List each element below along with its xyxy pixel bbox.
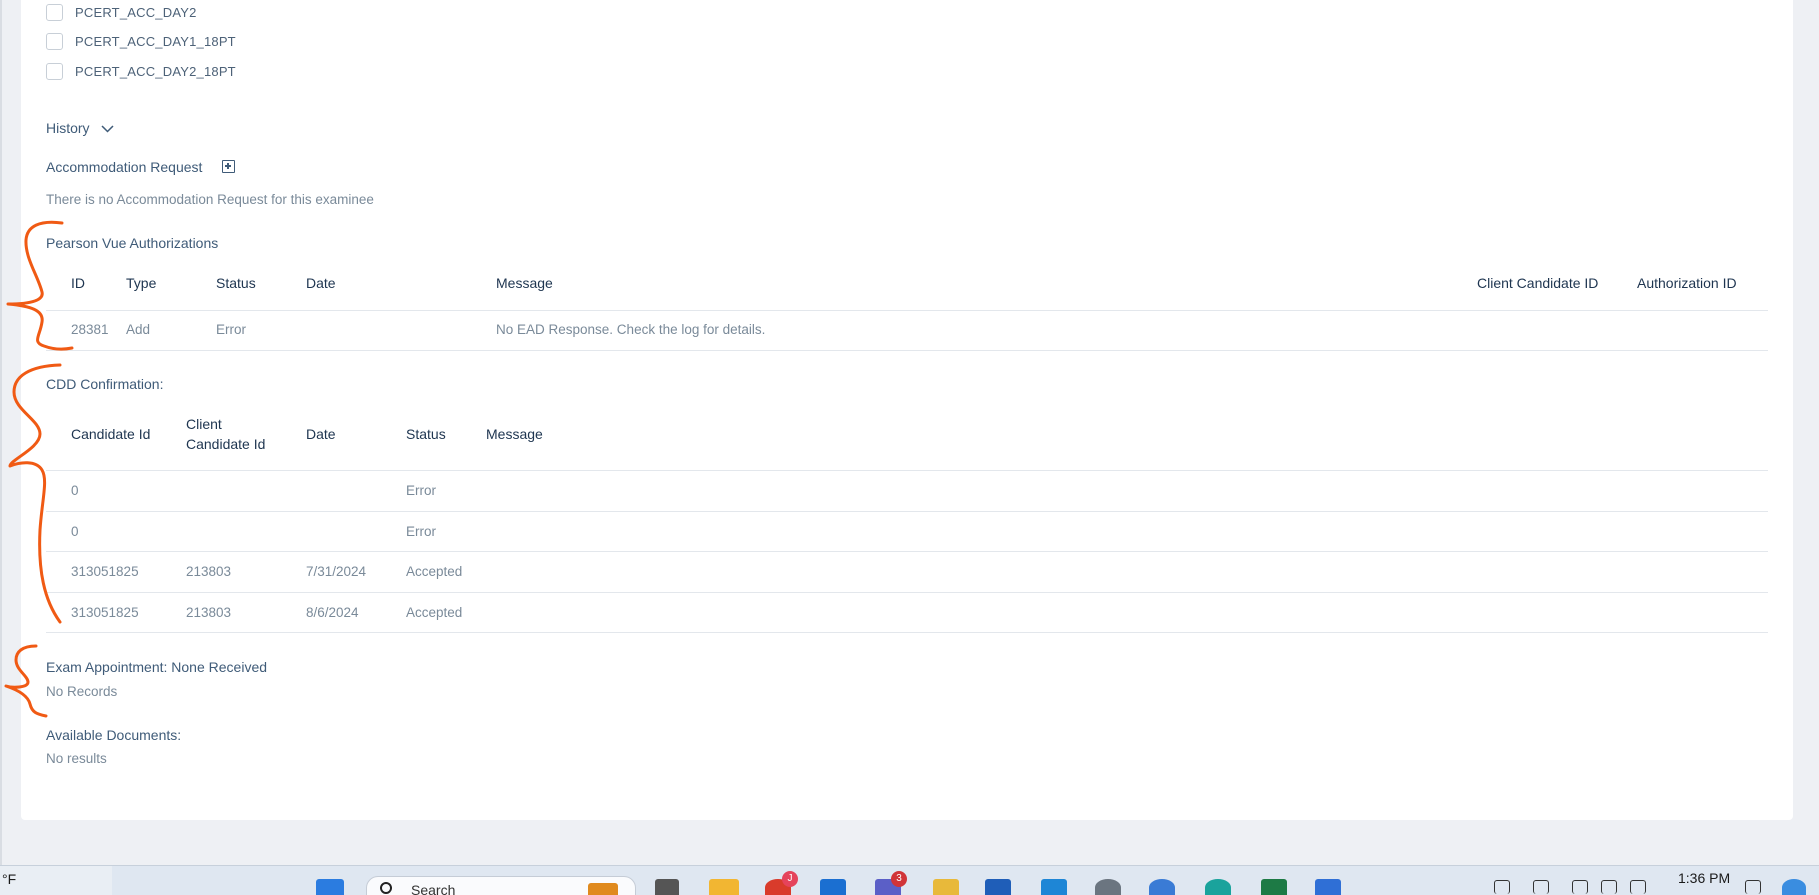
cell-client-candidate-id: 213803	[186, 564, 232, 579]
briefcase-icon	[588, 883, 618, 895]
sticky-notes-icon[interactable]	[933, 879, 959, 895]
browser-icon[interactable]	[1149, 879, 1175, 895]
cell-candidate-id: 313051825	[71, 605, 139, 620]
exam-appointment-empty-text: No Records	[46, 684, 118, 699]
column-header: Candidate Id	[71, 426, 151, 442]
cell-message: No EAD Response. Check the log for detai…	[496, 322, 766, 337]
wifi-icon[interactable]	[1572, 880, 1588, 894]
chrome-profile-badge: J	[782, 871, 798, 887]
column-header: Type	[126, 275, 157, 291]
cdd-confirmation-title: CDD Confirmation:	[46, 376, 164, 392]
cell-status: Error	[406, 483, 436, 498]
column-header: Date	[306, 426, 336, 442]
column-header: ID	[71, 275, 85, 291]
cell-client-candidate-id: 213803	[186, 605, 232, 620]
outlook-icon[interactable]	[820, 879, 846, 895]
column-header: Authorization ID	[1637, 275, 1737, 291]
file-explorer-icon[interactable]	[709, 879, 739, 895]
cell-status: Accepted	[406, 605, 463, 620]
divider	[46, 310, 1768, 311]
cell-id: 28381	[71, 322, 109, 337]
column-header: Status	[406, 426, 446, 442]
clock-time[interactable]: 1:36 PM	[1678, 870, 1730, 886]
column-header: Message	[486, 426, 543, 442]
add-accommodation-icon[interactable]	[222, 160, 235, 173]
cell-candidate-id: 0	[71, 524, 79, 539]
column-header: Date	[306, 275, 336, 291]
column-header: Client	[186, 416, 222, 432]
location-icon[interactable]	[1533, 880, 1549, 894]
checkbox-label: PCERT_ACC_DAY2	[75, 4, 197, 20]
exam-appointment-title: Exam Appointment: None Received	[46, 659, 268, 675]
cell-candidate-id: 0	[71, 483, 79, 498]
checkbox[interactable]	[46, 32, 63, 50]
edge-icon[interactable]	[1205, 879, 1231, 895]
cell-status: Accepted	[406, 564, 463, 579]
accommodation-request-title: Accommodation Request	[46, 159, 203, 175]
battery-icon[interactable]	[1630, 880, 1646, 894]
pearson-vue-title: Pearson Vue Authorizations	[46, 235, 219, 251]
divider	[46, 592, 1768, 593]
checkbox-label: PCERT_ACC_DAY1_18PT	[75, 33, 236, 49]
checkbox-label: PCERT_ACC_DAY2_18PT	[75, 63, 236, 79]
column-header: Candidate Id	[186, 436, 266, 452]
search-placeholder: Search	[411, 882, 456, 895]
excel-icon[interactable]	[1261, 879, 1287, 895]
divider	[46, 632, 1768, 633]
cell-status: Error	[406, 524, 436, 539]
volume-icon[interactable]	[1601, 880, 1617, 894]
weather-widget[interactable]: °F	[0, 866, 112, 895]
chevron-down-icon[interactable]	[100, 121, 115, 136]
checkbox-row[interactable]: PCERT_ACC_DAY2	[46, 2, 197, 22]
task-view-icon[interactable]	[655, 879, 679, 895]
divider	[46, 350, 1768, 351]
available-documents-empty-text: No results	[46, 751, 107, 766]
weather-text: °F	[2, 871, 17, 887]
start-icon[interactable]	[316, 879, 344, 895]
word-icon[interactable]	[985, 879, 1011, 895]
settings-icon[interactable]	[1095, 879, 1121, 895]
accommodation-empty-text: There is no Accommodation Request for th…	[46, 192, 374, 207]
available-documents-title: Available Documents:	[46, 727, 182, 743]
cell-type: Add	[126, 322, 151, 337]
column-header: Status	[216, 275, 256, 291]
teams-notification-badge: 3	[891, 871, 907, 887]
examinee-detail-card	[21, 0, 1793, 820]
checkbox-row[interactable]: PCERT_ACC_DAY2_18PT	[46, 61, 236, 81]
search-icon	[380, 882, 392, 894]
notepad-icon[interactable]	[1041, 879, 1067, 895]
checkbox-row[interactable]: PCERT_ACC_DAY1_18PT	[46, 31, 236, 51]
notification-icon[interactable]	[1745, 880, 1761, 894]
page-edge	[0, 0, 2, 865]
history-toggle[interactable]: History	[46, 120, 90, 136]
copilot-icon[interactable]	[1782, 879, 1806, 895]
cell-candidate-id: 313051825	[71, 564, 139, 579]
cell-status: Error	[216, 322, 246, 337]
checkbox[interactable]	[46, 3, 63, 21]
checkbox[interactable]	[46, 62, 63, 80]
divider	[46, 470, 1768, 471]
chevron-up-icon[interactable]	[1494, 880, 1510, 894]
app-icon[interactable]	[1315, 879, 1341, 895]
column-header: Message	[496, 275, 553, 291]
divider	[46, 511, 1768, 512]
cell-date: 8/6/2024	[306, 605, 359, 620]
column-header: Client Candidate ID	[1477, 275, 1599, 291]
divider	[46, 551, 1768, 552]
cell-date: 7/31/2024	[306, 564, 367, 579]
windows-taskbar: °F Search J 3 1:36 PM	[0, 865, 1819, 895]
